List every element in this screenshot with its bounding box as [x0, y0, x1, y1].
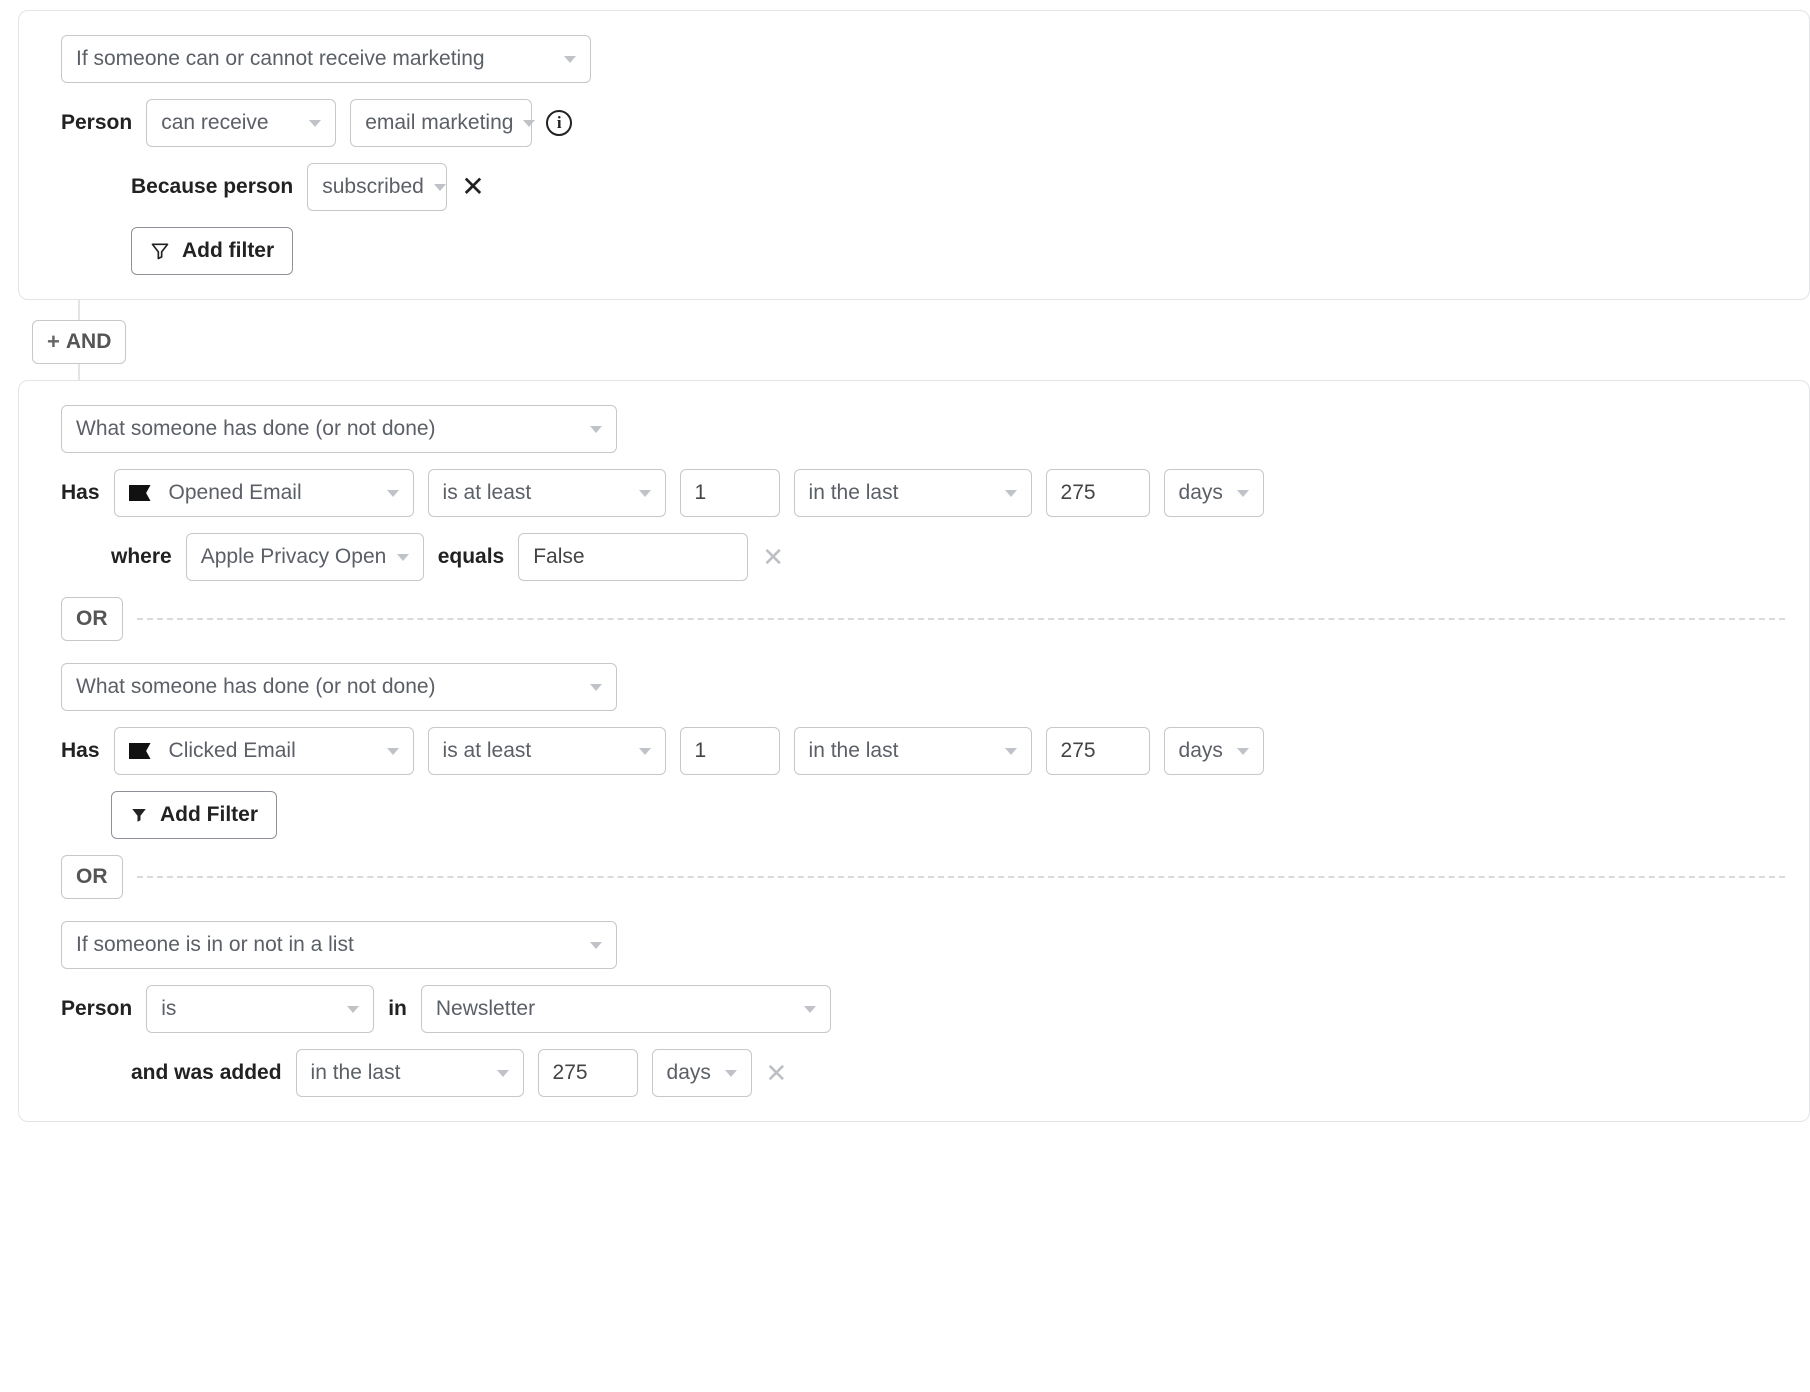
where-label: where	[111, 545, 172, 569]
timeframe-select[interactable]: in the last	[794, 469, 1032, 517]
chevron-down-icon	[397, 554, 409, 561]
in-label: in	[388, 997, 407, 1021]
chevron-down-icon	[309, 120, 321, 127]
chevron-down-icon	[434, 184, 446, 191]
add-and-button[interactable]: + AND	[32, 320, 126, 364]
or-divider: OR	[61, 597, 1785, 641]
time-unit-select[interactable]: days	[1164, 727, 1264, 775]
reason-select[interactable]: subscribed	[307, 163, 447, 211]
timeframe-select[interactable]: in the last	[296, 1049, 524, 1097]
marketing-channel-select[interactable]: email marketing	[350, 99, 532, 147]
days-count-input[interactable]: 275	[538, 1049, 638, 1097]
comparator-select[interactable]: is at least	[428, 469, 666, 517]
chevron-down-icon	[1237, 490, 1249, 497]
days-count-input[interactable]: 275	[1046, 469, 1150, 517]
where-property-select[interactable]: Apple Privacy Open	[186, 533, 424, 581]
chevron-down-icon	[804, 1006, 816, 1013]
divider-line	[137, 876, 1786, 878]
list-select[interactable]: Newsletter	[421, 985, 831, 1033]
can-receive-select[interactable]: can receive	[146, 99, 336, 147]
metric-select[interactable]: Clicked Email	[114, 727, 414, 775]
and-was-added-label: and was added	[131, 1061, 282, 1085]
chevron-down-icon	[1237, 748, 1249, 755]
info-icon[interactable]: i	[546, 110, 572, 136]
chevron-down-icon	[725, 1070, 737, 1077]
remove-icon[interactable]: ✕	[766, 1060, 788, 1086]
chevron-down-icon	[387, 490, 399, 497]
chevron-down-icon	[639, 748, 651, 755]
count-input[interactable]: 1	[680, 469, 780, 517]
because-person-label: Because person	[131, 175, 293, 199]
chevron-down-icon	[564, 56, 576, 63]
has-label: Has	[61, 739, 100, 763]
chevron-down-icon	[590, 684, 602, 691]
chevron-down-icon	[1005, 748, 1017, 755]
time-unit-select[interactable]: days	[1164, 469, 1264, 517]
or-divider: OR	[61, 855, 1785, 899]
condition-block-activity: What someone has done (or not done) Has …	[18, 380, 1810, 1122]
condition-type-select[interactable]: If someone is in or not in a list	[61, 921, 617, 969]
condition-type-select[interactable]: What someone has done (or not done)	[61, 405, 617, 453]
timeframe-select[interactable]: in the last	[794, 727, 1032, 775]
or-badge[interactable]: OR	[61, 597, 123, 641]
has-label: Has	[61, 481, 100, 505]
plus-icon: +	[47, 329, 60, 355]
divider-line	[137, 618, 1786, 620]
count-input[interactable]: 1	[680, 727, 780, 775]
chevron-down-icon	[347, 1006, 359, 1013]
add-filter-button[interactable]: Add Filter	[111, 791, 277, 839]
person-label: Person	[61, 997, 132, 1021]
chevron-down-icon	[497, 1070, 509, 1077]
and-connector: + AND	[18, 300, 1810, 380]
chevron-down-icon	[590, 426, 602, 433]
filter-icon	[130, 806, 148, 824]
time-unit-select[interactable]: days	[652, 1049, 752, 1097]
days-count-input[interactable]: 275	[1046, 727, 1150, 775]
condition-block-marketing: If someone can or cannot receive marketi…	[18, 10, 1810, 300]
condition-type-select[interactable]: If someone can or cannot receive marketi…	[61, 35, 591, 83]
add-filter-button[interactable]: Add filter	[131, 227, 293, 275]
condition-type-select[interactable]: What someone has done (or not done)	[61, 663, 617, 711]
remove-icon[interactable]: ✕	[762, 544, 784, 570]
condition-type-label: If someone can or cannot receive marketi…	[76, 47, 554, 71]
filter-icon	[150, 241, 170, 261]
is-isnot-select[interactable]: is	[146, 985, 374, 1033]
equals-label: equals	[438, 545, 505, 569]
chevron-down-icon	[1005, 490, 1017, 497]
chevron-down-icon	[523, 120, 535, 127]
where-value-input[interactable]: False	[518, 533, 748, 581]
chevron-down-icon	[639, 490, 651, 497]
person-label: Person	[61, 111, 132, 135]
flag-icon	[129, 743, 151, 759]
comparator-select[interactable]: is at least	[428, 727, 666, 775]
chevron-down-icon	[590, 942, 602, 949]
or-badge[interactable]: OR	[61, 855, 123, 899]
remove-icon[interactable]: ✕	[461, 173, 484, 201]
metric-select[interactable]: Opened Email	[114, 469, 414, 517]
chevron-down-icon	[387, 748, 399, 755]
flag-icon	[129, 485, 151, 501]
